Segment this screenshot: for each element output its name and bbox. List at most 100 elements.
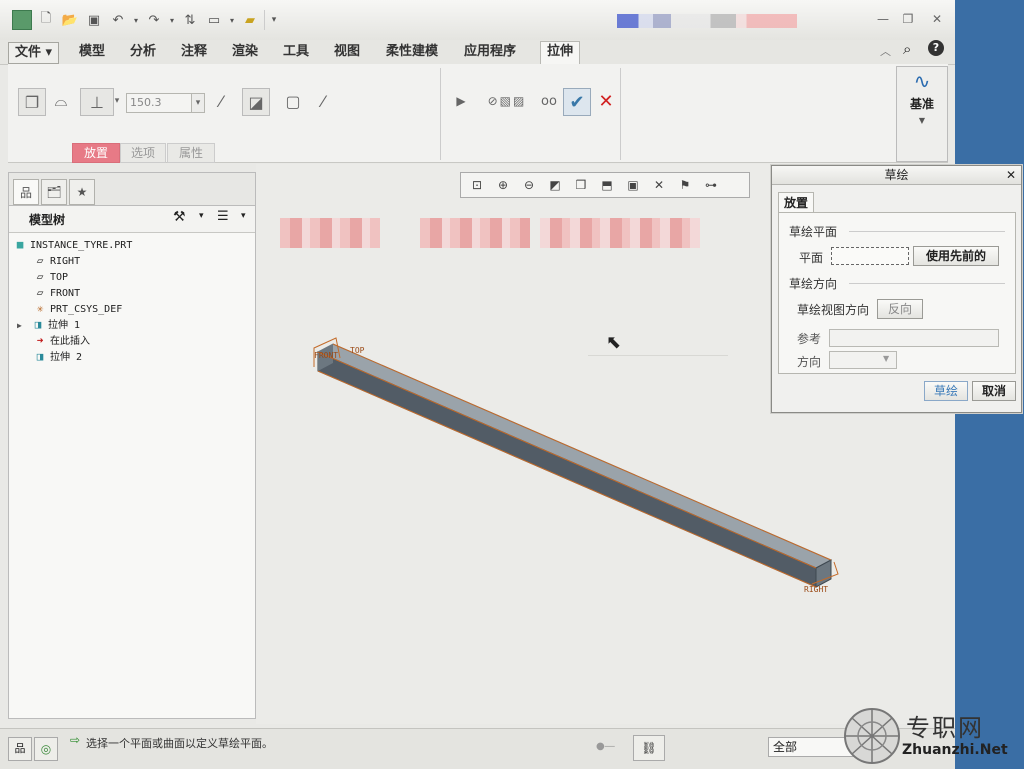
- saved-orientations-icon[interactable]: ⬒: [595, 175, 619, 195]
- tab-render[interactable]: 渲染: [226, 42, 264, 62]
- show-filter-icon[interactable]: ☰: [217, 209, 229, 224]
- tab-applications[interactable]: 应用程序: [458, 42, 522, 62]
- collapse-ribbon-icon[interactable]: ︿: [880, 43, 891, 59]
- part-icon: ■: [16, 238, 24, 251]
- redo-icon[interactable]: ↷: [144, 10, 164, 30]
- depth-value-dropdown-icon[interactable]: ▾: [191, 93, 205, 113]
- tree-item[interactable]: ➜ 在此插入: [33, 333, 90, 349]
- close-window-icon[interactable]: ▰: [240, 10, 260, 30]
- model-tree-header: 模型树 ⚒ ▾ ☰ ▾: [9, 206, 255, 233]
- new-file-icon[interactable]: 🗋: [36, 10, 56, 30]
- tab-analysis[interactable]: 分析: [124, 42, 162, 62]
- flip-direction-icon[interactable]: ⁄: [208, 88, 234, 114]
- favorites-tab-icon[interactable]: ★: [69, 179, 95, 205]
- depth-blind-icon[interactable]: ⊥: [80, 88, 114, 116]
- search-icon[interactable]: ⌕: [903, 40, 911, 58]
- tab-flexible-modeling[interactable]: 柔性建模: [380, 42, 444, 62]
- flip-thicken-icon[interactable]: ⁄: [310, 88, 336, 114]
- verify-glasses-icon[interactable]: oo: [536, 88, 562, 114]
- subtab-properties[interactable]: 属性: [167, 143, 215, 163]
- depth-options-dropdown-icon[interactable]: ▾: [112, 88, 122, 114]
- tree-item[interactable]: ▱ TOP: [33, 269, 68, 285]
- dialog-close-icon[interactable]: ✕: [1006, 166, 1016, 184]
- tab-view[interactable]: 视图: [328, 42, 366, 62]
- thicken-icon[interactable]: ▢: [280, 88, 306, 114]
- undo-icon[interactable]: ↶: [108, 10, 128, 30]
- save-icon[interactable]: ▣: [84, 10, 104, 30]
- undo-dropdown-icon[interactable]: ▾: [132, 10, 140, 30]
- datum-dropdown-icon: ▼: [918, 116, 926, 125]
- cancel-button[interactable]: 取消: [972, 381, 1016, 401]
- windows-icon[interactable]: ▭: [204, 10, 224, 30]
- pause-play-icon[interactable]: ▶: [448, 88, 474, 114]
- dialog-tab-placement[interactable]: 放置: [778, 192, 814, 213]
- tree-item[interactable]: ▱ FRONT: [33, 285, 80, 301]
- tree-item-label: RIGHT: [50, 256, 81, 267]
- dialog-title: 草绘: [884, 168, 909, 182]
- repaint-icon[interactable]: ◩: [543, 175, 567, 195]
- view-manager-icon[interactable]: ▣: [621, 175, 645, 195]
- display-style-icon[interactable]: ❒: [569, 175, 593, 195]
- tree-item-label: FRONT: [50, 288, 81, 299]
- customize-dropdown-icon[interactable]: ▾: [264, 10, 279, 30]
- help-icon[interactable]: ?: [928, 40, 944, 56]
- tree-item[interactable]: ■ INSTANCE_TYRE.PRT: [13, 237, 133, 253]
- ribbon-separator: [620, 68, 621, 160]
- subtab-options[interactable]: 选项: [120, 143, 166, 163]
- solid-icon[interactable]: ❐: [18, 88, 46, 116]
- blurred-title: [617, 14, 797, 28]
- cancel-x-icon[interactable]: ✕: [593, 88, 619, 114]
- plane-reference-field[interactable]: [831, 247, 909, 265]
- zoom-out-icon[interactable]: ⊖: [517, 175, 541, 195]
- show-navigator-icon[interactable]: 品: [8, 737, 32, 761]
- right-datum-label: RIGHT: [804, 585, 828, 594]
- maximize-icon[interactable]: ❐: [897, 12, 919, 26]
- annotation-display-icon[interactable]: ⚑: [673, 175, 697, 195]
- tree-item[interactable]: ✳ PRT_CSYS_DEF: [33, 301, 123, 317]
- expand-arrow-icon[interactable]: ▶: [17, 318, 31, 334]
- tab-annotate[interactable]: 注释: [175, 42, 213, 62]
- depth-value-input[interactable]: 150.3: [126, 93, 193, 113]
- model-tree-tab-icon[interactable]: 品: [13, 179, 39, 205]
- close-icon[interactable]: ✕: [926, 12, 948, 26]
- datum-icon: ∿: [913, 69, 931, 93]
- tree-settings-dropdown-icon[interactable]: ▾: [199, 211, 204, 221]
- datum-display-filters-icon[interactable]: ✕: [647, 175, 671, 195]
- redo-dropdown-icon[interactable]: ▾: [168, 10, 176, 30]
- folder-browser-tab-icon[interactable]: 🗂: [41, 179, 67, 205]
- reference-field[interactable]: [829, 329, 999, 347]
- sketch-ok-button[interactable]: 草绘: [924, 381, 968, 401]
- front-datum-label: FRONT: [314, 351, 338, 360]
- confirm-check-icon[interactable]: ✔: [563, 88, 591, 116]
- app-icon[interactable]: [12, 10, 32, 30]
- tab-tools[interactable]: 工具: [277, 42, 315, 62]
- spin-center-icon[interactable]: ⊶: [699, 175, 723, 195]
- regenerate-icon[interactable]: ⇅: [180, 10, 200, 30]
- show-browser-icon[interactable]: ◎: [34, 737, 58, 761]
- tree-item[interactable]: ▶ ◨ 拉伸 1: [17, 317, 80, 333]
- remove-material-icon[interactable]: ◪: [242, 88, 270, 116]
- tree-item[interactable]: ◨ 拉伸 2: [33, 349, 82, 365]
- use-previous-button[interactable]: 使用先前的: [913, 246, 999, 266]
- subtab-placement[interactable]: 放置: [72, 143, 120, 163]
- windows-dropdown-icon[interactable]: ▾: [228, 10, 236, 30]
- tree-item[interactable]: ▱ RIGHT: [33, 253, 80, 269]
- orientation-dropdown-icon[interactable]: ▼: [883, 354, 889, 363]
- refit-icon[interactable]: ⊡: [465, 175, 489, 195]
- ribbon-tabs: 文件 ▾ 模型 分析 注释 渲染 工具 视图 柔性建模 应用程序 拉伸 ︿ ⌕ …: [0, 40, 955, 65]
- minimize-icon[interactable]: —: [872, 12, 894, 26]
- zoom-in-icon[interactable]: ⊕: [491, 175, 515, 195]
- extrude-icon: ◨: [34, 318, 42, 331]
- show-filter-dropdown-icon[interactable]: ▾: [241, 211, 246, 221]
- flip-button[interactable]: 反向: [877, 299, 923, 319]
- open-folder-icon[interactable]: 📂: [60, 10, 80, 30]
- preview-options-icon[interactable]: ⊘▧▨: [472, 88, 542, 114]
- tab-file[interactable]: 文件 ▾: [8, 42, 60, 64]
- divider: [849, 231, 1005, 232]
- tree-settings-icon[interactable]: ⚒: [173, 209, 186, 225]
- tab-model[interactable]: 模型: [73, 42, 111, 62]
- surface-icon[interactable]: ⌓: [48, 88, 74, 114]
- datum-group-button[interactable]: ∿ 基准 ▼: [896, 66, 948, 162]
- selection-filter-icon[interactable]: ⛓: [633, 735, 665, 761]
- tab-extrude[interactable]: 拉伸: [540, 41, 581, 64]
